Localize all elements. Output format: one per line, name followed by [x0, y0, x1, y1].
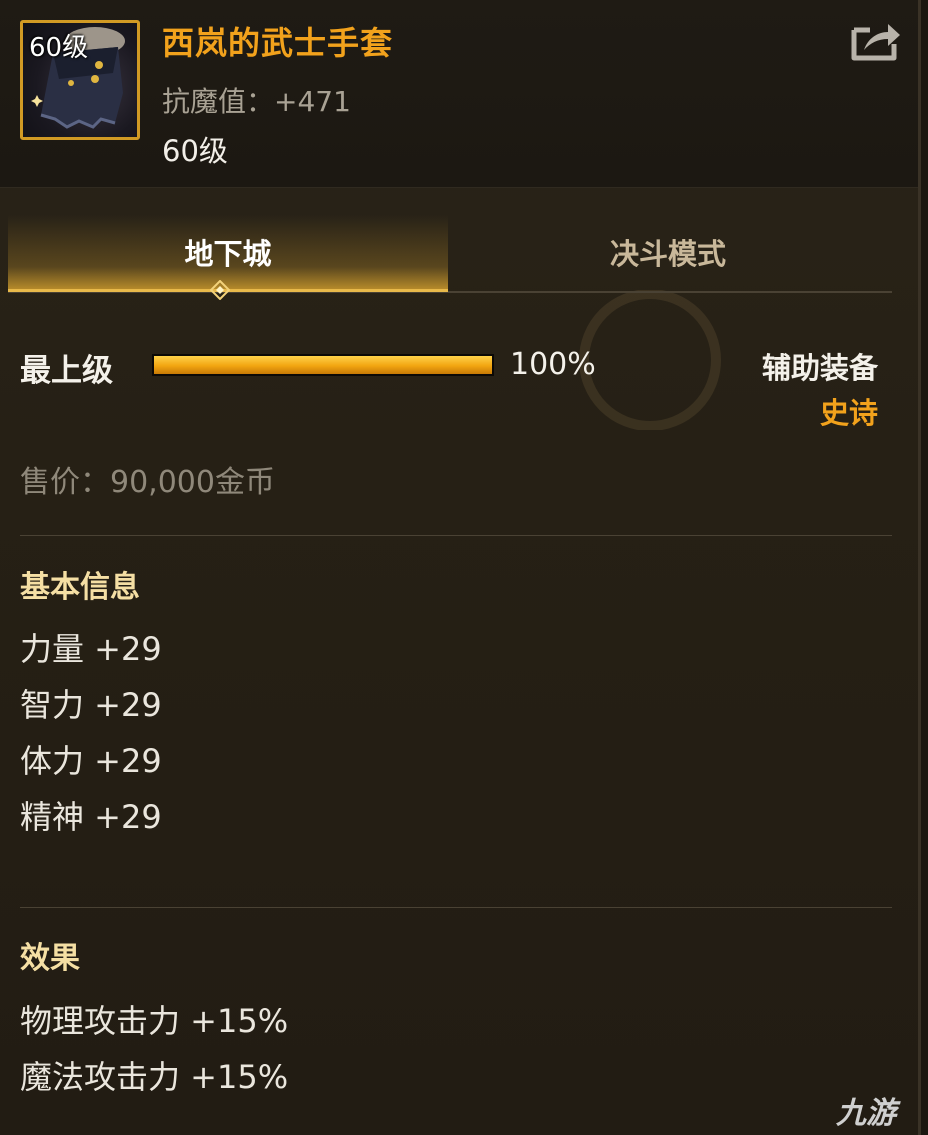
share-button[interactable] — [850, 20, 902, 62]
item-tooltip-panel: 60级 西岚的武士手套 抗魔值：+471 60级 地下城 决斗模式 最上级 10… — [0, 0, 921, 1135]
divider — [20, 535, 892, 536]
item-icon-frame[interactable]: 60级 — [20, 20, 140, 140]
watermark-text: 九游 — [836, 1096, 896, 1131]
effect-magic-attack: 魔法攻击力 +15% — [20, 1058, 289, 1096]
resist-line: 抗魔值：+471 — [162, 80, 351, 120]
sell-price: 售价：90,000金币 — [20, 457, 275, 501]
item-name: 西岚的武士手套 — [162, 24, 394, 62]
grade-label: 最上级 — [20, 353, 113, 389]
resist-label: 抗魔值： — [162, 85, 275, 118]
stat-spirit: 精神 +29 — [20, 798, 162, 836]
equipment-type: 辅助装备 — [761, 351, 878, 385]
stat-strength: 力量 +29 — [20, 630, 162, 668]
stat-intelligence: 智力 +29 — [20, 686, 162, 724]
grade-progress-bar — [152, 354, 494, 376]
effect-physical-attack: 物理攻击力 +15% — [20, 1002, 289, 1040]
mode-tabs: 地下城 决斗模式 — [8, 215, 892, 293]
effects-title: 效果 — [20, 941, 80, 976]
item-level-badge: 60级 — [29, 33, 89, 63]
item-header: 60级 西岚的武士手套 抗魔值：+471 60级 — [0, 0, 918, 188]
share-icon — [851, 24, 900, 61]
resist-value: +471 — [274, 85, 351, 118]
grade-progress-fill — [154, 356, 492, 374]
watermark-logo: 九游 — [836, 1088, 896, 1132]
grade-percent: 100% — [510, 347, 596, 382]
price-label: 售价： — [20, 465, 110, 500]
price-value: 90,000金币 — [110, 465, 275, 500]
tab-pvp[interactable]: 决斗模式 — [448, 215, 888, 289]
basic-info-title: 基本信息 — [20, 570, 140, 605]
diamond-marker-icon — [210, 280, 230, 300]
stat-vitality: 体力 +29 — [20, 742, 162, 780]
required-level: 60级 — [162, 134, 228, 168]
divider — [20, 907, 892, 908]
rarity-label: 史诗 — [819, 396, 878, 430]
